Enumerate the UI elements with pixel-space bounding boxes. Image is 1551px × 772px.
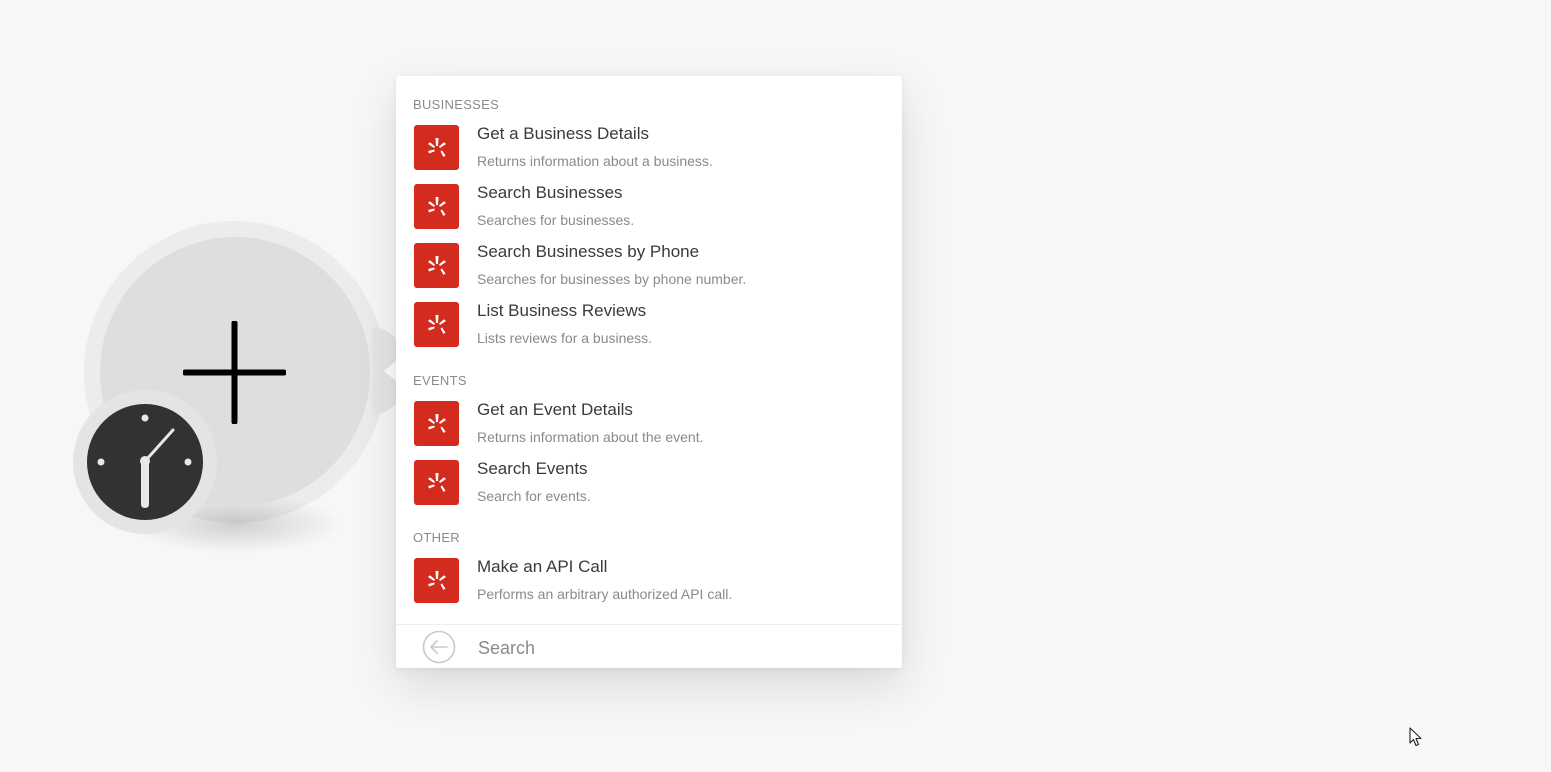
back-arrow-icon[interactable] <box>422 630 456 664</box>
action-title: Search Events <box>477 459 588 478</box>
action-make-api-call[interactable]: Make an API Call Performs an arbitrary a… <box>406 557 892 613</box>
mouse-cursor-icon <box>1409 727 1422 747</box>
yelp-icon <box>414 243 459 288</box>
clock-face <box>97 414 192 508</box>
yelp-icon <box>414 460 459 505</box>
dropdown-pointer <box>384 361 396 381</box>
action-description: Returns information about a business. <box>477 153 713 169</box>
section-header-events: EVENTS <box>413 373 467 388</box>
section-header-businesses: BUSINESSES <box>413 97 500 112</box>
section-header-other: OTHER <box>413 530 460 545</box>
action-description: Searches for businesses by phone number. <box>477 271 747 287</box>
action-get-business-details[interactable]: Get a Business Details Returns informati… <box>406 124 892 180</box>
action-get-event-details[interactable]: Get an Event Details Returns information… <box>406 400 892 456</box>
action-title: Get a Business Details <box>477 124 649 143</box>
action-description: Lists reviews for a business. <box>477 330 653 346</box>
action-title: Search Businesses by Phone <box>477 242 700 261</box>
clock-icon[interactable] <box>87 404 203 520</box>
action-search-businesses-by-phone[interactable]: Search Businesses by Phone Searches for … <box>406 242 892 298</box>
scenario-canvas: BUSINESSES Get a Business Details Return… <box>0 0 1551 772</box>
action-search-events[interactable]: Search Events Search for events. <box>406 459 892 515</box>
action-description: Performs an arbitrary authorized API cal… <box>477 586 733 602</box>
module-action-dropdown: BUSINESSES Get a Business Details Return… <box>396 76 902 668</box>
action-search-businesses[interactable]: Search Businesses Searches for businesse… <box>406 183 892 239</box>
yelp-icon <box>414 184 459 229</box>
action-title: List Business Reviews <box>477 301 647 320</box>
search-bar <box>396 624 902 669</box>
yelp-icon <box>414 558 459 603</box>
action-description: Search for events. <box>477 488 591 504</box>
action-title: Get an Event Details <box>477 400 633 419</box>
action-title: Make an API Call <box>477 557 608 576</box>
action-description: Returns information about the event. <box>477 429 704 445</box>
search-input[interactable] <box>476 633 880 663</box>
action-list-business-reviews[interactable]: List Business Reviews Lists reviews for … <box>406 301 892 357</box>
yelp-icon <box>414 125 459 170</box>
yelp-icon <box>414 302 459 347</box>
action-title: Search Businesses <box>477 183 623 202</box>
yelp-icon <box>414 401 459 446</box>
action-description: Searches for businesses. <box>477 212 635 228</box>
